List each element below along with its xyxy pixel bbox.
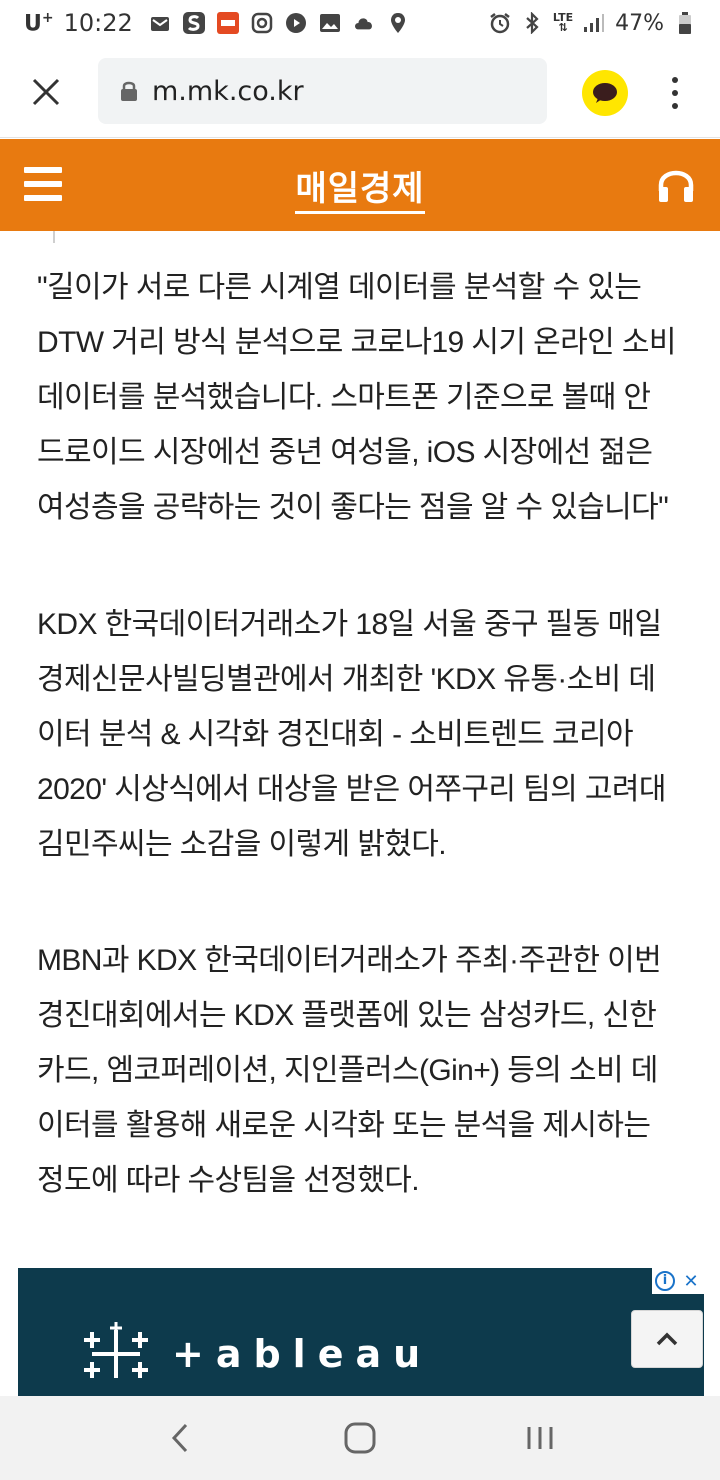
close-icon: [32, 78, 60, 106]
status-right: LTE ⇅ 47%: [489, 11, 696, 36]
carrier-name: U: [24, 11, 42, 37]
system-nav-bar: [0, 1396, 720, 1480]
close-icon: ✕: [683, 1270, 699, 1292]
play-icon: [285, 12, 307, 34]
carrier-label: U+: [24, 10, 54, 36]
back-button[interactable]: [150, 1408, 210, 1468]
ad-info-button[interactable]: i: [652, 1268, 678, 1294]
news-app-icon: [216, 12, 239, 34]
status-bar: U+ 10:22 LTE ⇅ 47%: [0, 0, 720, 46]
gallery-icon: [319, 12, 341, 34]
audio-listen-button[interactable]: [656, 165, 696, 205]
network-type: LTE ⇅: [552, 11, 574, 34]
battery-icon: [674, 12, 696, 34]
dot-icon: [672, 103, 678, 109]
home-icon: [344, 1422, 376, 1454]
info-icon: i: [655, 1271, 675, 1291]
headphones-icon: [658, 170, 694, 202]
ad-banner[interactable]: i ✕ +ableau: [18, 1268, 704, 1396]
ad-logo: +ableau: [78, 1322, 432, 1386]
address-bar[interactable]: m.mk.co.kr: [98, 58, 547, 124]
ad-brand-name: +ableau: [172, 1332, 433, 1376]
close-tab-button[interactable]: [26, 72, 66, 112]
browser-toolbar: m.mk.co.kr: [0, 46, 720, 138]
article-paragraph: "길이가 서로 다른 시계열 데이터를 분석할 수 있는 DTW 거리 방식 분…: [37, 271, 676, 524]
signal-icon: [583, 12, 605, 34]
scroll-to-top-button[interactable]: [631, 1310, 703, 1368]
alarm-icon: [489, 12, 511, 34]
article-body: "길이가 서로 다른 시계열 데이터를 분석할 수 있는 DTW 거리 방식 분…: [0, 231, 720, 1396]
url-text: m.mk.co.kr: [152, 75, 304, 107]
cloud-icon: [353, 12, 375, 34]
chat-bubble-icon: [593, 83, 617, 103]
notification-icons: [149, 12, 409, 34]
mail-icon: [149, 12, 171, 34]
divider: [53, 231, 55, 243]
lock-icon: [121, 81, 137, 101]
ad-controls: i ✕: [652, 1268, 704, 1294]
site-header: 매일경제: [0, 139, 720, 231]
s-app-icon: [182, 12, 205, 34]
home-button[interactable]: [330, 1408, 390, 1468]
bluetooth-icon: [521, 12, 543, 34]
dot-icon: [672, 77, 678, 83]
battery-percent: 47%: [615, 10, 664, 36]
back-icon: [171, 1423, 188, 1453]
instagram-icon: [251, 12, 273, 34]
clock: 10:22: [63, 9, 133, 37]
logo-text: 매일경제: [295, 169, 425, 214]
site-logo[interactable]: 매일경제: [0, 161, 720, 214]
network-label: LTE: [552, 11, 574, 24]
recent-apps-icon: [527, 1427, 553, 1449]
chevron-up-icon: [656, 1332, 678, 1346]
kakao-talk-button[interactable]: [582, 70, 628, 116]
recent-apps-button[interactable]: [510, 1408, 570, 1468]
status-left: U+ 10:22: [24, 9, 409, 37]
tableau-mark-icon: [84, 1322, 148, 1378]
ad-close-button[interactable]: ✕: [678, 1268, 704, 1294]
article-paragraph: MBN과 KDX 한국데이터거래소가 주최·주관한 이번 경진대회에서는 KDX…: [37, 944, 662, 1197]
dot-icon: [672, 90, 678, 96]
more-options-button[interactable]: [660, 70, 690, 116]
article-paragraph: KDX 한국데이터거래소가 18일 서울 중구 필동 매일 경제신문사빌딩별관에…: [37, 608, 666, 861]
location-icon: [387, 12, 409, 34]
carrier-plus: +: [41, 9, 54, 26]
